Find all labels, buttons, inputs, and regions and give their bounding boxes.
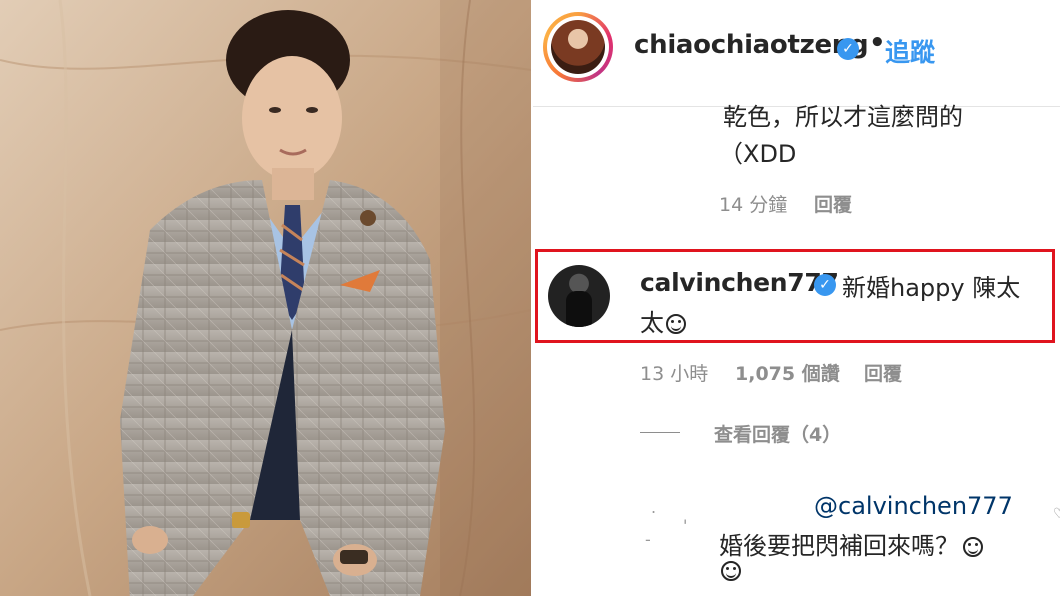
blurred-avatar-mark: ' xyxy=(683,516,688,535)
verified-badge-icon: ✓ xyxy=(837,38,859,60)
comment-reply-button[interactable]: 回覆 xyxy=(864,359,902,386)
commenter-username[interactable]: calvinchen777 xyxy=(640,268,839,297)
previous-comment-line2: （XDD xyxy=(719,140,797,168)
previous-comment-line1: 乾色，所以才這麼問的 xyxy=(723,103,963,131)
blurred-avatar-mark: . xyxy=(651,498,657,517)
avatar xyxy=(551,20,605,74)
commenter-avatar[interactable] xyxy=(548,265,610,327)
comment-time: 13 小時 xyxy=(640,363,709,385)
view-replies-button[interactable]: 查看回覆（4） xyxy=(714,420,841,447)
photo-illustration xyxy=(0,0,531,596)
header-username[interactable]: chiaochiaotzeng xyxy=(634,30,869,60)
heart-icon[interactable]: ♡ xyxy=(1053,506,1060,522)
grinning-emoji-icon xyxy=(666,314,686,334)
instagram-comments-panel: chiaochiaotzeng ✓ • 追蹤 乾色，所以才這麼問的 （XDD 1… xyxy=(533,0,1060,596)
view-replies-line xyxy=(640,432,680,433)
smiling-emoji-icon xyxy=(963,537,983,557)
comment-text-line2: 太 xyxy=(640,303,686,338)
screenshot-root: chiaochiaotzeng ✓ • 追蹤 乾色，所以才這麼問的 （XDD 1… xyxy=(0,0,1060,596)
previous-comment-time: 14 分鐘 xyxy=(719,194,788,216)
comment-likes[interactable]: 1,075 個讚 xyxy=(735,359,840,386)
reply-text-content: 婚後要把閃補回來嗎？ xyxy=(719,532,959,560)
smiling-emoji-icon xyxy=(721,561,741,581)
reply-mention-link[interactable]: @calvinchen777 xyxy=(814,492,1013,520)
post-header: chiaochiaotzeng ✓ • 追蹤 xyxy=(533,0,1060,107)
comment-text-line1: 新婚happy 陳太 xyxy=(842,274,1021,302)
story-ring-avatar[interactable] xyxy=(543,12,613,82)
follow-button[interactable]: 追蹤 xyxy=(885,33,935,69)
profile-photo xyxy=(0,0,531,596)
comment-text-line2-text: 太 xyxy=(640,309,664,337)
avatar-figure xyxy=(566,291,592,327)
separator-dot: • xyxy=(869,28,886,58)
blurred-avatar-mark: - xyxy=(645,530,651,549)
reply-text: 婚後要把閃補回來嗎？ xyxy=(719,526,983,561)
verified-badge-icon: ✓ xyxy=(814,274,836,296)
previous-comment-reply-button[interactable]: 回覆 xyxy=(814,190,852,217)
